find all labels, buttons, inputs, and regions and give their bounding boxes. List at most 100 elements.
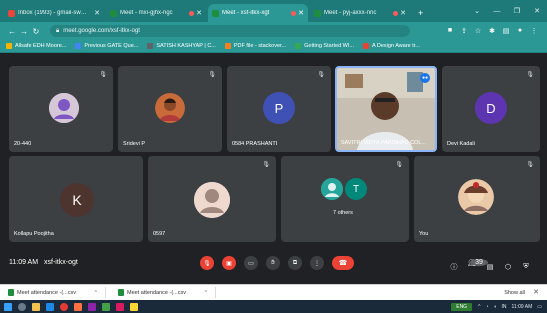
close-icon[interactable]: ✕ [94,9,100,17]
reading-list-icon[interactable]: ▤ [499,27,513,35]
back-icon[interactable]: ← [6,27,18,36]
close-icon[interactable]: ✕ [196,9,202,17]
more-options-button[interactable]: ⋮ [310,256,324,270]
address-bar[interactable]: 🔒︎ meet.google.com/xsf-itkx-ogt [50,25,410,37]
tab-meet-1[interactable]: Meet - mxi-gjhx-ngc ✕ [106,4,206,22]
participant-tile[interactable]: 🎙︎ 0597 [148,156,276,242]
taskbar-clock[interactable]: 11:09 AM [512,304,533,310]
tab-meet-active[interactable]: Meet - xsf-itkx-xgt ✕ [208,4,308,22]
avatar [49,93,79,123]
bookmark-label: SATISH KASHYAP | C... [156,43,216,49]
edge-icon[interactable] [46,302,54,311]
avatar [194,182,230,218]
participants-group-tile[interactable]: 🎙︎ T 7 others [281,156,409,242]
participant-name: 20-440 [14,141,32,147]
tab-meet-3[interactable]: Meet - pyj-axxx-nnc ✕ [310,4,410,22]
participant-name: You [419,231,429,237]
share-icon[interactable]: ⇪ [457,27,471,35]
self-tile[interactable]: 🎙︎ You [414,156,540,242]
info-icon[interactable]: ⓘ [445,262,463,272]
gmail-icon [8,9,15,17]
people-icon[interactable]: 👥︎39 [463,259,488,274]
participant-name: 0597 [153,231,166,237]
bookmark-label: Getting Started WI... [304,43,354,49]
mic-off-icon: 🎙︎ [262,162,270,168]
close-icon[interactable]: ✕ [400,9,406,17]
download-item[interactable]: Meet attendance -(...csv ^ [118,287,216,298]
participant-name: 0584 PRASHANTI [232,141,278,147]
window-controls: ⌄ — ❐ ✕ [467,0,547,22]
chevron-up-icon[interactable]: ^ [95,290,97,296]
participant-tile[interactable]: K Kollapu Poojitha [9,156,143,242]
bookmark-icon [75,43,82,49]
tab-search-icon[interactable]: ⌄ [467,7,487,15]
show-all-button[interactable]: Show all [504,290,525,296]
search-icon[interactable] [18,302,26,311]
participant-name: Devi Kadali [447,141,475,147]
extension-icon[interactable]: ✱ [485,27,499,35]
close-icon[interactable]: ✕ [533,288,539,296]
bookmark-item[interactable]: PDF file - stackover... [224,43,286,49]
reload-icon[interactable]: ↻ [30,27,42,36]
language-indicator[interactable]: ENG [451,302,473,311]
present-button[interactable]: ⧉ [288,256,302,270]
bookmarks-bar: Allsafe EDH Moore... Previous GATE Que..… [0,40,547,53]
profile-icon[interactable]: ● [513,27,527,35]
avatar [458,179,494,215]
bookmark-item[interactable]: Getting Started WI... [295,43,354,49]
activities-icon[interactable]: ⬡ [499,263,517,271]
mic-off-icon: 🎙︎ [99,72,107,78]
mic-off-button[interactable]: 🎙︎ [200,256,214,270]
minimize-icon[interactable]: — [487,8,507,15]
windows-start-icon[interactable] [4,302,12,311]
tab-title: Meet - pyj-axxx-nnc [324,10,377,16]
file-explorer-icon[interactable] [32,302,40,311]
avatar: K [60,183,94,217]
camera-indicator-icon[interactable]: ■ [443,27,457,35]
app-icon[interactable] [88,302,96,311]
bookmark-icon [224,43,231,49]
app-icon[interactable] [116,302,124,311]
volume-icon[interactable]: ◖ [493,304,496,310]
chrome-icon[interactable] [60,302,68,311]
menu-icon[interactable]: ⋮ [527,27,541,35]
close-window-icon[interactable]: ✕ [527,7,547,15]
captions-button[interactable]: ▭ [244,256,258,270]
star-icon[interactable]: ☆ [471,27,485,35]
app-icon[interactable] [130,302,138,311]
bookmark-item[interactable]: A Design Aware tr... [362,43,420,49]
close-icon[interactable]: ✕ [298,9,304,17]
app-icon[interactable] [102,302,110,311]
chat-icon[interactable]: ▤ [481,263,499,271]
host-controls-icon[interactable]: ⛨ [517,263,535,271]
toolbar-icons: ■ ⇪ ☆ ✱ ▤ ● ⋮ [443,27,541,35]
participant-tile[interactable]: 🎙︎ D Devi Kadali [442,66,540,152]
bookmark-item[interactable]: SATISH KASHYAP | C... [147,43,216,49]
bookmark-item[interactable]: Previous GATE Que... [75,43,138,49]
end-call-button[interactable]: ☎︎ [332,256,354,270]
camera-off-button[interactable]: ▣ [222,256,236,270]
chevron-up-icon[interactable]: ^ [478,304,480,310]
meeting-time: 11:09 AM [9,259,39,266]
system-tray: ENG ^ ◔ ◖ IN 11:09 AM ▭ [451,302,547,311]
csv-file-icon [118,289,124,296]
network-icon[interactable]: ◔ [485,304,488,310]
tab-gmail[interactable]: Inbox (1993) - gmail-sw@nce2068... ✕ [4,4,104,22]
download-name: Meet attendance -(...csv [17,289,76,296]
maximize-icon[interactable]: ❐ [507,7,527,15]
participant-name: Kollapu Poojitha [14,231,54,237]
chevron-up-icon[interactable]: ^ [205,290,207,296]
side-controls: ⓘ 👥︎39 ▤ ⬡ ⛨ [445,259,535,274]
participant-tile[interactable]: 🎙︎ P 0584 PRASHANTI [227,66,331,152]
raise-hand-button[interactable]: ✋︎ [266,256,280,270]
participant-tile[interactable]: 🎙︎ Sridevi P [118,66,222,152]
bookmark-item[interactable]: Allsafe EDH Moore... [6,43,66,49]
participant-tile[interactable]: 🎙︎ 20-440 [9,66,113,152]
notification-icon[interactable]: ▭ [537,304,542,310]
app-icon[interactable] [74,302,82,311]
new-tab-button[interactable]: + [412,4,429,22]
participant-video-tile[interactable]: ●● SAVITRI VIDYA PARISHAD COL... [335,66,437,152]
browser-toolbar: ← → ↻ 🔒︎ meet.google.com/xsf-itkx-ogt ■ … [0,22,547,40]
forward-icon[interactable]: → [18,27,30,36]
download-item[interactable]: Meet attendance -(...csv ^ [8,287,106,298]
